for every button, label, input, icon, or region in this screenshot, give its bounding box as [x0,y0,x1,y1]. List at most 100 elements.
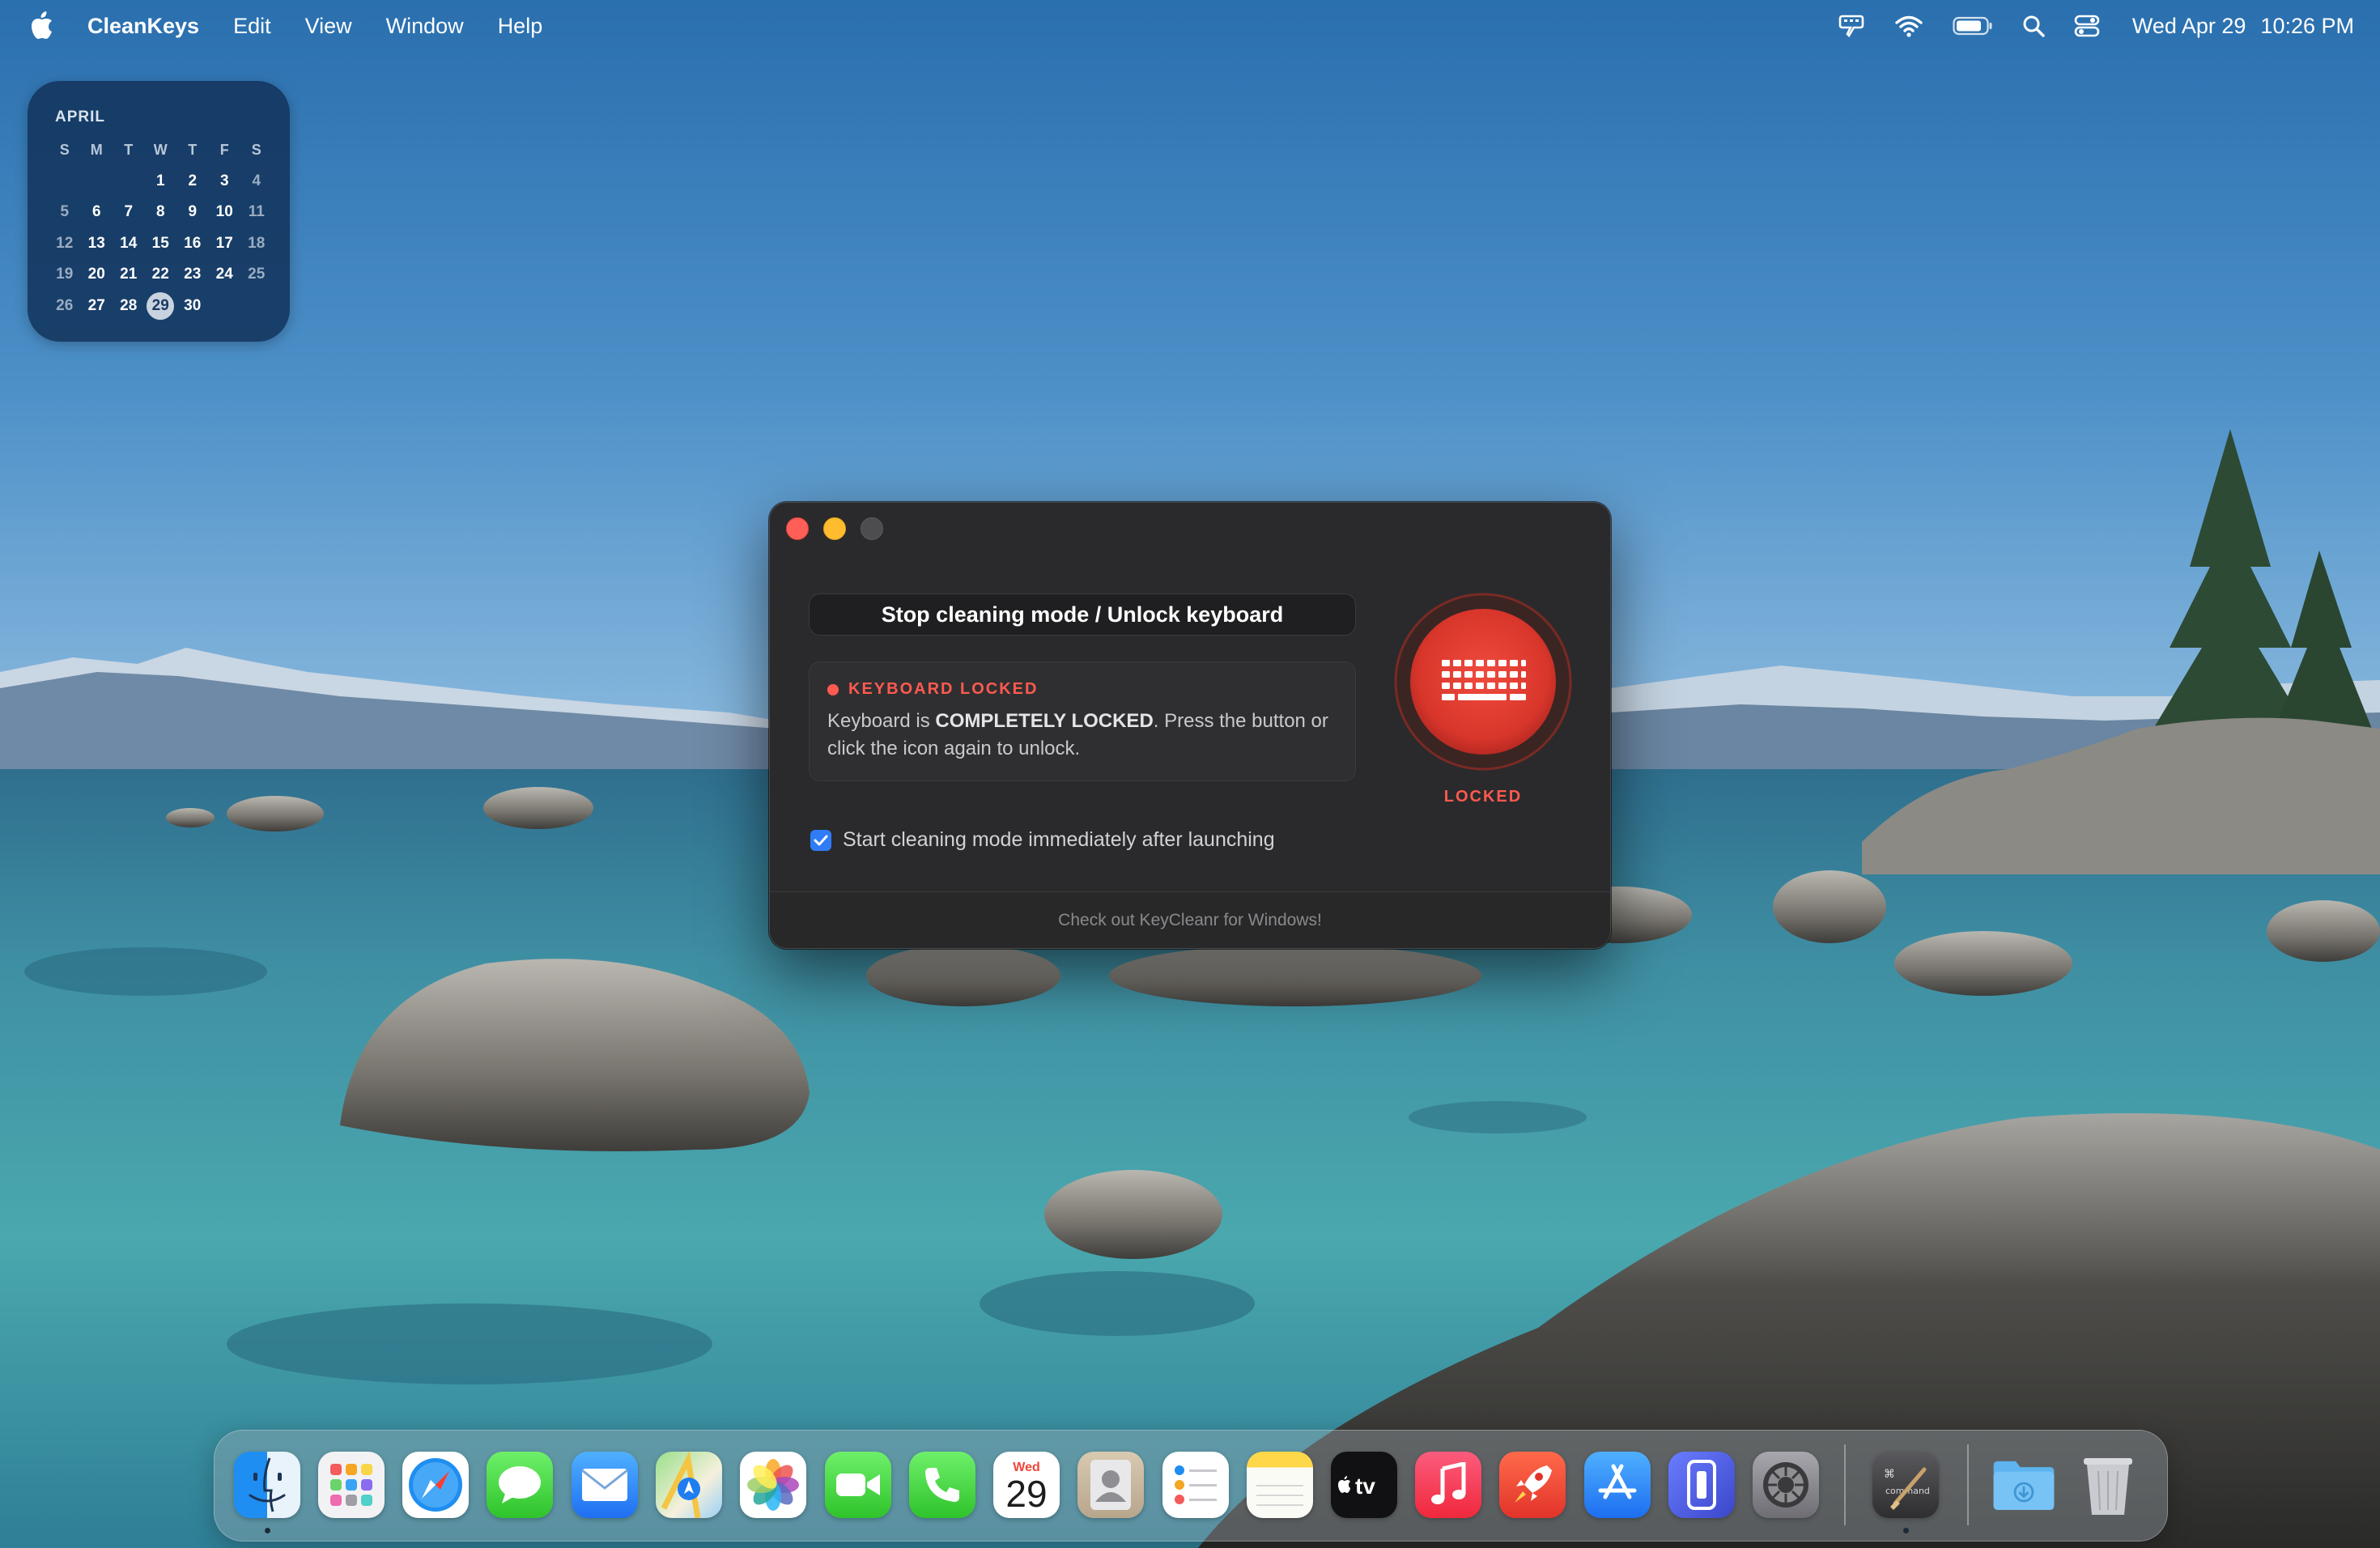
status-message-prefix: Keyboard is [827,710,936,732]
menu-bar-time: 10:26 PM [2260,13,2354,38]
calendar-widget[interactable]: APRIL S M T W T F S 1 2 3 4 5 6 7 8 9 10… [28,81,290,342]
calendar-day [209,291,241,322]
calendar-day: 9 [188,203,198,221]
status-message: Keyboard is COMPLETELY LOCKED. Press the… [827,708,1329,763]
keyboard-lock-icon[interactable] [1838,14,1865,38]
facetime-icon[interactable] [825,1452,891,1518]
keyboard-lock-toggle[interactable] [1393,592,1573,772]
reminders-icon[interactable] [1162,1452,1229,1518]
calendar-day: 12 [56,234,74,252]
calendar-day: 30 [184,296,202,314]
zoom-window-button [861,517,883,540]
calendar-app-day: 29 [1005,1473,1048,1515]
calendar-day: 14 [120,234,138,252]
calendar-today: 29 [145,291,177,322]
status-title: KEYBOARD LOCKED [848,680,1039,698]
calendar-day: 20 [87,266,105,283]
control-center-icon[interactable] [2074,15,2100,37]
weekday-label: M [90,141,103,158]
trash-icon[interactable] [2075,1452,2141,1518]
rocket-typist-icon[interactable] [1499,1452,1566,1518]
calendar-day: 25 [248,266,266,283]
iphone-mirroring-icon[interactable] [1668,1452,1735,1518]
apple-tv-icon[interactable]: tv [1331,1452,1397,1518]
calendar-month: APRIL [55,108,105,125]
calendar-day: 19 [56,266,74,283]
minimize-window-button[interactable] [823,517,846,540]
auto-start-option[interactable]: Start cleaning mode immediately after la… [810,828,1275,852]
keycleanr-windows-link[interactable]: Check out KeyCleanr for Windows! [1058,911,1322,930]
finder-running-indicator [265,1528,270,1533]
calendar-day: 1 [155,172,165,189]
view-menu[interactable]: View [305,14,352,39]
weekday-label: F [219,141,229,158]
safari-icon[interactable] [402,1452,469,1518]
calendar-day: 13 [87,234,105,252]
apple-menu-icon[interactable] [29,10,57,42]
calendar-day: 17 [215,234,233,252]
cleankeys-window: Stop cleaning mode / Unlock keyboard KEY… [769,502,1611,949]
window-menu[interactable]: Window [386,14,464,39]
calendar-day: 6 [91,203,101,221]
music-icon[interactable] [1415,1452,1481,1518]
calendar-day: 24 [215,266,233,283]
battery-icon[interactable] [1953,16,1993,36]
weekday-label: S [251,141,261,158]
calendar-day [49,166,81,198]
auto-start-label: Start cleaning mode immediately after la… [843,828,1275,851]
calendar-day: 8 [155,203,165,221]
svg-text:tv: tv [1355,1474,1375,1499]
checkmark-icon [814,835,828,845]
spotlight-icon[interactable] [2022,15,2045,37]
calendar-day: 21 [120,266,138,283]
calendar-day: 27 [87,296,105,314]
wifi-icon[interactable] [1894,15,1923,37]
calendar-day: 16 [184,234,202,252]
mail-icon[interactable] [572,1452,638,1518]
status-panel: KEYBOARD LOCKED Keyboard is COMPLETELY L… [809,661,1356,781]
weekday-label: S [59,141,70,158]
calendar-day: 15 [151,234,169,252]
photos-icon[interactable] [740,1452,806,1518]
svg-text:⌘: ⌘ [1884,1468,1895,1481]
status-indicator-dot [827,683,839,695]
status-title-row: KEYBOARD LOCKED [827,680,1038,699]
unlock-keyboard-button[interactable]: Stop cleaning mode / Unlock keyboard [809,593,1356,636]
menu-bar-clock[interactable]: Wed Apr 29 10:26 PM [2132,14,2354,39]
calendar-day: 28 [120,296,138,314]
window-footer: Check out KeyCleanr for Windows! [770,891,1610,948]
command-brush-icon[interactable]: ⌘command [1872,1452,1939,1518]
calendar-day: 4 [252,172,261,189]
calendar-day [113,166,145,198]
calendar-day: 10 [215,203,233,221]
menu-bar-date: Wed Apr 29 [2131,13,2246,38]
downloads-folder-icon[interactable] [1991,1452,2057,1518]
calendar-app-icon[interactable]: Wed 29 [993,1452,1060,1518]
calendar-day: 11 [248,203,265,221]
app-menu[interactable]: CleanKeys [87,14,199,39]
maps-icon[interactable] [656,1452,722,1518]
calendar-grid: S M T W T F S 1 2 3 4 5 6 7 8 9 10 11 12… [49,134,273,321]
contacts-icon[interactable] [1077,1452,1144,1518]
lock-status-label: LOCKED [1443,788,1523,806]
close-window-button[interactable] [786,517,809,540]
system-settings-icon[interactable] [1753,1452,1819,1518]
calendar-day [81,166,113,198]
status-message-emphasis: COMPLETELY LOCKED [935,710,1154,732]
phone-icon[interactable] [909,1452,975,1518]
edit-menu[interactable]: Edit [233,14,271,39]
keyboard-icon [1394,593,1572,771]
auto-start-checkbox[interactable] [810,829,831,851]
launchpad-icon[interactable] [318,1452,385,1518]
finder-icon[interactable] [234,1452,300,1518]
command-brush-running-indicator [1903,1528,1909,1533]
messages-icon[interactable] [487,1452,553,1518]
app-store-icon[interactable] [1584,1452,1651,1518]
menu-bar: CleanKeys Edit View Window Help Wed Apr … [0,0,2380,52]
weekday-label: W [153,141,168,158]
calendar-day [240,291,273,322]
help-menu[interactable]: Help [498,14,543,39]
notes-icon[interactable] [1247,1452,1313,1518]
weekday-label: T [124,141,134,158]
calendar-day: 2 [188,172,198,189]
